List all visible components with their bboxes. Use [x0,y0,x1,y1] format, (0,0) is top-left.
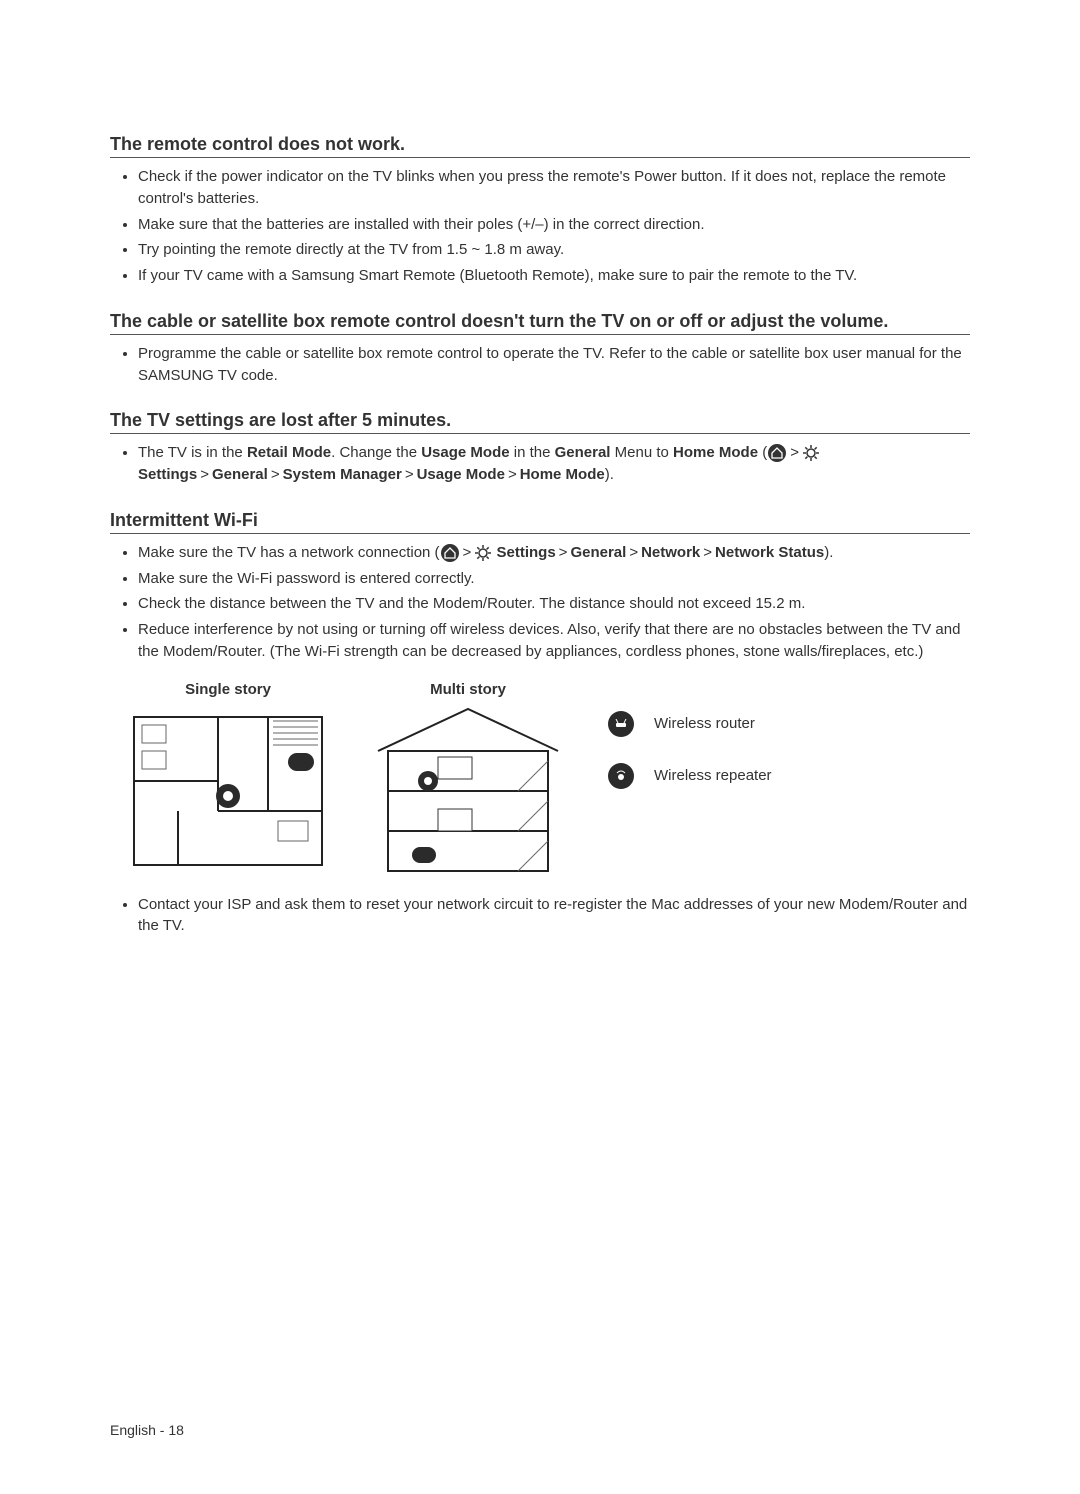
legend-row-router: Wireless router [608,711,772,737]
list-wifi: Make sure the TV has a network connectio… [110,542,970,663]
general-label: General [555,444,611,461]
heading-settings-lost: The TV settings are lost after 5 minutes… [110,410,970,434]
list-item: Make sure the TV has a network connectio… [138,542,970,564]
home-icon [441,544,459,562]
text: in the [510,444,555,461]
breadcrumb-separator: > [629,544,638,561]
text: Menu to [610,444,673,461]
list-item: Reduce interference by not using or turn… [138,619,970,663]
breadcrumb-separator: > [703,544,712,561]
settings-label: Settings [138,466,197,483]
breadcrumb-separator: > [405,466,414,483]
breadcrumb-separator: > [200,466,209,483]
home-icon [768,444,786,462]
gear-icon [475,545,491,561]
house-cross-section-image [368,706,568,876]
list-item: Make sure the Wi-Fi password is entered … [138,568,970,590]
network-label: Network [641,544,700,561]
heading-remote: The remote control does not work. [110,134,970,158]
list-item: Check if the power indicator on the TV b… [138,166,970,210]
heading-cable: The cable or satellite box remote contro… [110,311,970,335]
legend-label: Wireless router [654,715,755,732]
breadcrumb-separator: > [271,466,280,483]
general-label: General [570,544,626,561]
legend-label: Wireless repeater [654,767,772,784]
list-item: Programme the cable or satellite box rem… [138,343,970,387]
general-label: General [212,466,268,483]
list-item: Check the distance between the TV and th… [138,593,970,615]
breadcrumb-separator: > [790,444,799,461]
page-footer: English - 18 [110,1422,184,1438]
usage-mode-label: Usage Mode [421,444,509,461]
diagram-single-story: Single story [128,681,328,876]
gear-icon [803,445,819,461]
text: . Change the [331,444,421,461]
home-mode-label: Home Mode [673,444,758,461]
router-icon [608,711,634,737]
system-manager-label: System Manager [283,466,402,483]
text: ). [605,466,614,483]
page: The remote control does not work. Check … [0,0,1080,1494]
list-item: Contact your ISP and ask them to reset y… [138,894,970,938]
list-remote: Check if the power indicator on the TV b… [110,166,970,287]
usage-mode-label: Usage Mode [417,466,505,483]
home-mode-label: Home Mode [520,466,605,483]
list-cable: Programme the cable or satellite box rem… [110,343,970,387]
list-wifi-continued: Contact your ISP and ask them to reset y… [110,894,970,938]
retail-mode-label: Retail Mode [247,444,331,461]
diagram-title: Single story [128,681,328,698]
diagram-legend: Wireless router Wireless repeater [608,711,772,789]
list-item: Make sure that the batteries are install… [138,214,970,236]
breadcrumb-separator: > [508,466,517,483]
list-item: Try pointing the remote directly at the … [138,239,970,261]
breadcrumb-separator: > [463,544,472,561]
breadcrumb-separator: > [559,544,568,561]
repeater-icon [608,763,634,789]
text: Make sure the TV has a network connectio… [138,544,440,561]
diagram-title: Multi story [368,681,568,698]
legend-row-repeater: Wireless repeater [608,763,772,789]
diagram-row: Single story [128,681,970,876]
list-item: The TV is in the Retail Mode. Change the… [138,442,970,486]
list-item: If your TV came with a Samsung Smart Rem… [138,265,970,287]
text: ). [824,544,833,561]
text: The TV is in the [138,444,247,461]
list-settings-lost: The TV is in the Retail Mode. Change the… [110,442,970,486]
network-status-label: Network Status [715,544,824,561]
floorplan-image [128,706,328,876]
heading-wifi: Intermittent Wi-Fi [110,510,970,534]
text: ( [758,444,767,461]
settings-label: Settings [496,544,555,561]
diagram-multi-story: Multi story [368,681,568,876]
